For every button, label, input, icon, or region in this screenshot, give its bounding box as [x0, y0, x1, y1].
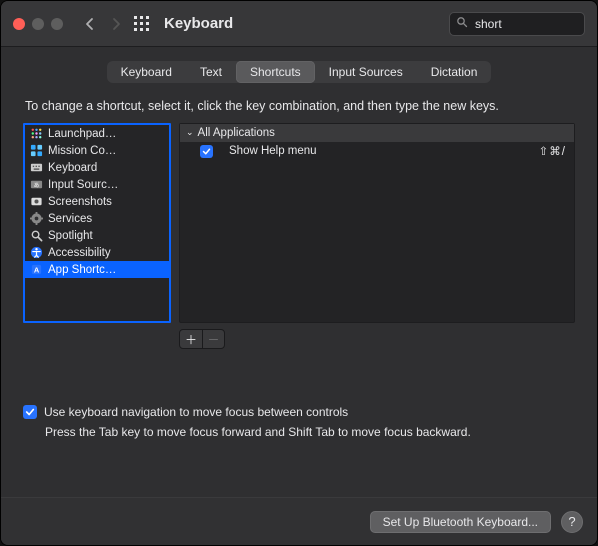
- tab-dictation[interactable]: Dictation: [417, 61, 492, 83]
- spotlight-icon: [29, 229, 43, 243]
- shortcut-row[interactable]: Show Help menu ⇧⌘/: [180, 142, 574, 160]
- category-services[interactable]: Services: [25, 210, 169, 227]
- back-button[interactable]: [77, 11, 103, 37]
- category-mission[interactable]: Mission Co…: [25, 142, 169, 159]
- category-label: Input Sourc…: [48, 179, 118, 191]
- category-label: Services: [48, 213, 92, 225]
- category-launchpad[interactable]: Launchpad…: [25, 125, 169, 142]
- category-label: Screenshots: [48, 196, 112, 208]
- system-prefs-window: Keyboard ✕ KeyboardTextShortcutsInput So…: [0, 0, 598, 546]
- row-checkbox[interactable]: [200, 145, 213, 158]
- category-pane[interactable]: Launchpad… Mission Co… Keyboard あ Input Sour…: [23, 123, 171, 323]
- instruction-text: To change a shortcut, select it, click t…: [25, 99, 575, 113]
- tab-keyboard[interactable]: Keyboard: [107, 61, 186, 83]
- setup-bluetooth-button[interactable]: Set Up Bluetooth Keyboard...: [370, 511, 551, 533]
- tab-shortcuts[interactable]: Shortcuts: [236, 61, 315, 83]
- remove-button[interactable]: －: [202, 330, 224, 348]
- kbnav-checkbox[interactable]: [23, 405, 37, 419]
- titlebar: Keyboard ✕: [1, 1, 597, 47]
- category-appshort[interactable]: A App Shortc…: [25, 261, 169, 278]
- accessibility-icon: [29, 246, 43, 260]
- shortcut-keys: ⇧⌘/: [539, 144, 566, 158]
- footer: Set Up Bluetooth Keyboard... ?: [1, 497, 597, 545]
- split-panes: Launchpad… Mission Co… Keyboard あ Input Sour…: [23, 123, 575, 323]
- services-icon: [29, 212, 43, 226]
- category-input[interactable]: あ Input Sourc…: [25, 176, 169, 193]
- category-label: Accessibility: [48, 247, 111, 259]
- forward-button[interactable]: [103, 11, 129, 37]
- tabs: KeyboardTextShortcutsInput SourcesDictat…: [23, 61, 575, 83]
- category-label: Launchpad…: [48, 128, 116, 140]
- minimize-button[interactable]: [32, 18, 44, 30]
- window-controls: [13, 18, 63, 30]
- launchpad-icon: [29, 127, 43, 141]
- group-header[interactable]: ⌄ All Applications: [180, 124, 574, 142]
- svg-text:あ: あ: [33, 182, 39, 189]
- category-screenshot[interactable]: Screenshots: [25, 193, 169, 210]
- input-icon: あ: [29, 178, 43, 192]
- category-label: Mission Co…: [48, 145, 116, 157]
- kbnav-label: Use keyboard navigation to move focus be…: [44, 405, 348, 419]
- appshort-icon: A: [29, 263, 43, 277]
- pane-body: KeyboardTextShortcutsInput SourcesDictat…: [1, 47, 597, 497]
- maximize-button[interactable]: [51, 18, 63, 30]
- category-label: Keyboard: [48, 162, 97, 174]
- category-label: App Shortc…: [48, 264, 116, 276]
- search-field[interactable]: ✕: [449, 12, 585, 36]
- shortcut-label: Show Help menu: [221, 145, 531, 157]
- category-keyboard[interactable]: Keyboard: [25, 159, 169, 176]
- add-button[interactable]: ＋: [180, 330, 202, 348]
- search-input[interactable]: [473, 16, 598, 32]
- category-label: Spotlight: [48, 230, 93, 242]
- search-icon: [456, 16, 468, 31]
- mission-icon: [29, 144, 43, 158]
- tab-text[interactable]: Text: [186, 61, 236, 83]
- help-button[interactable]: ?: [561, 511, 583, 533]
- shortcuts-pane[interactable]: ⌄ All Applications Show Help menu ⇧⌘/: [179, 123, 575, 323]
- disclosure-triangle-icon[interactable]: ⌄: [186, 127, 194, 138]
- screenshot-icon: [29, 195, 43, 209]
- close-button[interactable]: [13, 18, 25, 30]
- kbnav-hint: Press the Tab key to move focus forward …: [45, 425, 575, 439]
- keyboard-icon: [29, 161, 43, 175]
- add-remove-controls: ＋ －: [179, 329, 575, 349]
- group-title: All Applications: [198, 127, 275, 139]
- show-all-icon[interactable]: [133, 15, 150, 32]
- category-accessibility[interactable]: Accessibility: [25, 244, 169, 261]
- tab-input-sources[interactable]: Input Sources: [315, 61, 417, 83]
- kbnav-row: Use keyboard navigation to move focus be…: [23, 405, 575, 419]
- category-spotlight[interactable]: Spotlight: [25, 227, 169, 244]
- svg-text:A: A: [33, 265, 39, 274]
- window-title: Keyboard: [164, 15, 233, 32]
